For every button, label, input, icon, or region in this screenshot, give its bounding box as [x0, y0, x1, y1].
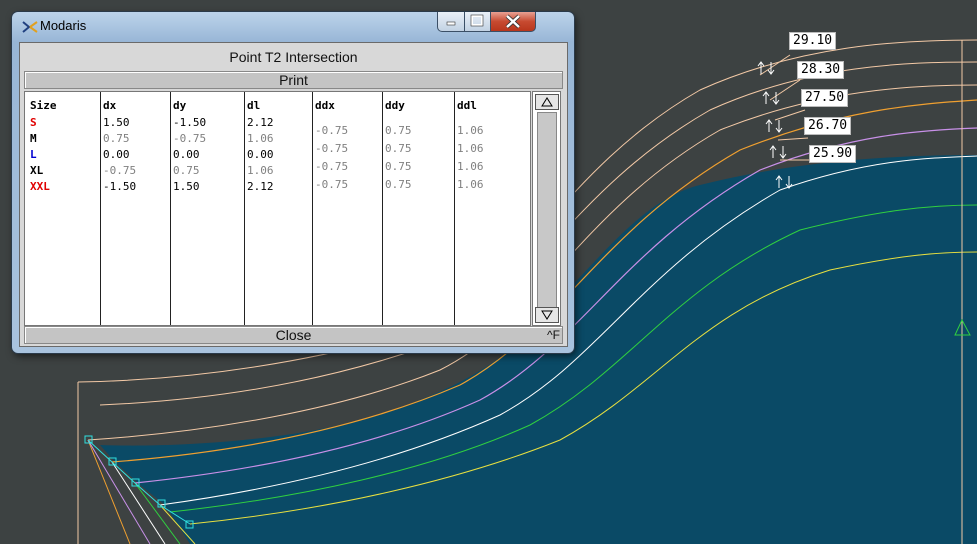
scrollbar-track[interactable]: [537, 112, 557, 308]
ddl-cell: 1.06: [457, 124, 484, 137]
grade-arrow-4: [769, 145, 787, 159]
dy-cell: -0.75: [173, 132, 207, 145]
size-cell: L: [30, 148, 37, 161]
window-title: Modaris: [40, 18, 87, 33]
dx-cell: 0.75: [103, 132, 130, 145]
close-shortcut: ^F: [547, 328, 560, 342]
dialog-body: Point T2 Intersection Print Size dx dy d…: [19, 42, 568, 347]
grading-table[interactable]: Size dx dy dl ddx ddy ddl S M L XL XXL 1…: [24, 91, 531, 326]
ddx-cell: -0.75: [315, 160, 349, 173]
dx-cell: -0.75: [103, 164, 137, 177]
title-bar[interactable]: Modaris: [12, 12, 574, 42]
ddy-cell: 0.75: [385, 142, 412, 155]
ddx-cell: -0.75: [315, 142, 349, 155]
header-dl: dl: [247, 99, 261, 112]
grade-arrow-2: [762, 91, 780, 105]
dl-cell: 2.12: [247, 116, 274, 129]
header-dx: dx: [103, 99, 117, 112]
dl-cell: 2.12: [247, 180, 274, 193]
scroll-down-button[interactable]: [535, 307, 559, 323]
ddl-cell: 1.06: [457, 142, 484, 155]
size-cell: XL: [30, 164, 44, 177]
dx-cell: -1.50: [103, 180, 137, 193]
ddx-cell: -0.75: [315, 124, 349, 137]
close-icon: [505, 14, 521, 29]
triangle-down-icon: [541, 310, 553, 320]
size-cell: XXL: [30, 180, 50, 193]
dy-cell: 0.00: [173, 148, 200, 161]
dy-cell: -1.50: [173, 116, 207, 129]
ddy-cell: 0.75: [385, 124, 412, 137]
table-scrollbar[interactable]: [532, 91, 561, 326]
modaris-window[interactable]: Modaris Point T2 Intersection Print Size…: [12, 12, 574, 353]
size-cell: S: [30, 116, 37, 129]
minimize-icon: [446, 21, 456, 26]
dl-cell: 1.06: [247, 164, 274, 177]
modaris-app-icon: [22, 21, 38, 33]
ddy-cell: 0.75: [385, 160, 412, 173]
header-ddy: ddy: [385, 99, 405, 112]
measurement-label-1: 29.10: [789, 32, 837, 50]
size-cell: M: [30, 132, 37, 145]
close-label: Close: [275, 327, 312, 343]
grade-arrow-3: [765, 119, 783, 133]
print-button[interactable]: Print: [24, 71, 563, 89]
measurement-label-3: 27.50: [801, 89, 849, 107]
ddl-cell: 1.06: [457, 160, 484, 173]
maximize-icon: [470, 14, 484, 27]
close-button[interactable]: Close ^F: [24, 326, 563, 344]
dx-cell: 0.00: [103, 148, 130, 161]
ddl-cell: 1.06: [457, 178, 484, 191]
ddx-cell: -0.75: [315, 178, 349, 191]
measurement-label-2: 28.30: [797, 61, 845, 79]
triangle-up-icon: [541, 97, 553, 107]
ddy-cell: 0.75: [385, 178, 412, 191]
header-ddx: ddx: [315, 99, 335, 112]
header-ddl: ddl: [457, 99, 477, 112]
dy-cell: 0.75: [173, 164, 200, 177]
header-size: Size: [30, 99, 57, 112]
maximize-button[interactable]: [464, 12, 491, 32]
dl-cell: 1.06: [247, 132, 274, 145]
dialog-title: Point T2 Intersection: [229, 49, 358, 65]
scroll-up-button[interactable]: [535, 94, 559, 110]
dl-cell: 0.00: [247, 148, 274, 161]
header-dy: dy: [173, 99, 187, 112]
measurement-label-4: 26.70: [804, 117, 852, 135]
dy-cell: 1.50: [173, 180, 200, 193]
measurement-label-5: 25.90: [809, 145, 857, 163]
minimize-button[interactable]: [437, 12, 465, 32]
window-close-button[interactable]: [490, 12, 536, 32]
dx-cell: 1.50: [103, 116, 130, 129]
